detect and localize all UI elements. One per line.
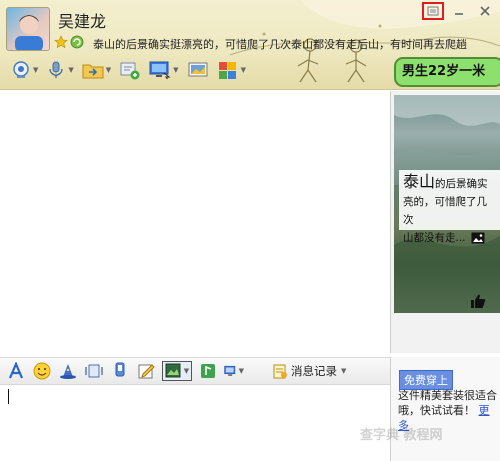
close-icon <box>480 6 490 16</box>
emoji-button[interactable] <box>32 361 52 381</box>
add-member-button[interactable] <box>116 58 144 82</box>
promo-line-2: 哦，快试试看！ <box>398 404 475 417</box>
voice-call-button[interactable]: ▼ <box>43 58 76 82</box>
screenshot-icon <box>165 363 181 378</box>
apps-icon <box>218 62 236 79</box>
promo-badge[interactable]: 免费穿上 <box>399 370 453 390</box>
image-icon <box>201 364 215 378</box>
history-icon <box>273 364 287 379</box>
share-screen-icon <box>188 62 208 77</box>
voice-message-icon <box>115 362 125 377</box>
chat-toolbar-top: ▼ ▼ ▼ ▼ ▼ <box>8 58 249 82</box>
caption-rest: 的后景确实 <box>435 178 488 190</box>
mini-blog-caption: 泰山的后景确实 亮的，可惜爬了几次 山都没有走... <box>399 170 500 244</box>
signature-text: 泰山的后景确实挺漂亮的，可惜爬了几次泰山都没有走后山，有时间再去爬趟 <box>93 38 467 51</box>
share-screen-button[interactable] <box>184 58 212 82</box>
video-call-icon <box>13 61 29 78</box>
voice-call-icon <box>49 61 64 78</box>
text-cursor <box>8 389 9 404</box>
magic-icon <box>60 364 76 379</box>
emoji-icon <box>33 362 51 380</box>
message-history-area[interactable] <box>0 91 390 353</box>
screen-capture-button[interactable]: ▼ <box>224 361 244 381</box>
vibrate-icon <box>85 364 103 378</box>
file-transfer-button[interactable]: ▼ <box>79 58 114 82</box>
restore-icon <box>427 6 439 16</box>
contact-name: 吴建龙 <box>58 12 107 31</box>
picture-icon[interactable] <box>471 232 485 244</box>
minimize-button[interactable] <box>448 2 470 20</box>
status-icons <box>54 35 84 49</box>
history-label: 消息记录 <box>291 364 337 378</box>
message-input[interactable] <box>0 385 390 461</box>
promo-text: 这件精美套装很适合 哦，快试试看！ 更多 <box>398 388 498 433</box>
screenshot-button[interactable]: ▼ <box>162 361 192 381</box>
window-controls <box>422 2 496 20</box>
image-button[interactable] <box>198 361 218 381</box>
mini-blog-panel: 泰山的后景确实 亮的，可惜爬了几次 山都没有走... <box>390 91 500 353</box>
caption-big: 泰山 <box>403 172 436 191</box>
chevron-down-icon: ▼ <box>341 367 347 375</box>
close-button[interactable] <box>474 2 496 20</box>
ad-banner[interactable]: 男生22岁一米 <box>394 57 500 87</box>
promo-line-1: 这件精美套装很适合 <box>398 389 497 402</box>
caption-line-2: 亮的，可惜爬了几次 <box>403 196 487 226</box>
font-button[interactable] <box>6 361 26 381</box>
mini-blog-photo[interactable]: 泰山的后景确实 亮的，可惜爬了几次 山都没有走... <box>394 95 500 313</box>
vibrate-button[interactable] <box>84 361 104 381</box>
input-toolbar: ▼ ▼ 消息记录 ▼ <box>0 357 390 385</box>
promo-panel: 免费穿上 这件精美套装很适合 哦，快试试看！ 更多 <box>390 357 500 461</box>
add-member-icon <box>120 62 140 80</box>
restore-button[interactable] <box>422 2 444 20</box>
message-history-button[interactable]: 消息记录 ▼ <box>272 363 346 379</box>
video-call-button[interactable]: ▼ <box>8 58 41 82</box>
chat-header: 吴建龙 泰山的后景确实挺漂亮的，可惜爬了几次泰山都没有走后山，有时间再去爬趟 ▼… <box>0 0 500 90</box>
apps-button[interactable]: ▼ <box>214 58 249 82</box>
minimize-icon <box>455 13 463 15</box>
note-icon <box>138 364 155 379</box>
online-status-icon[interactable] <box>70 35 84 49</box>
thumbs-up-icon[interactable] <box>470 293 486 309</box>
remote-desktop-icon <box>149 61 171 80</box>
file-transfer-icon <box>82 64 104 79</box>
avatar[interactable] <box>6 7 50 51</box>
font-icon <box>8 362 24 379</box>
screen-capture-icon <box>224 365 236 376</box>
caption-line-3: 山都没有走... <box>403 232 466 244</box>
remote-desktop-button[interactable]: ▼ <box>146 58 181 82</box>
voice-message-button[interactable] <box>110 361 130 381</box>
note-button[interactable] <box>136 361 156 381</box>
magic-button[interactable] <box>58 361 78 381</box>
vip-star-icon[interactable] <box>54 35 68 49</box>
